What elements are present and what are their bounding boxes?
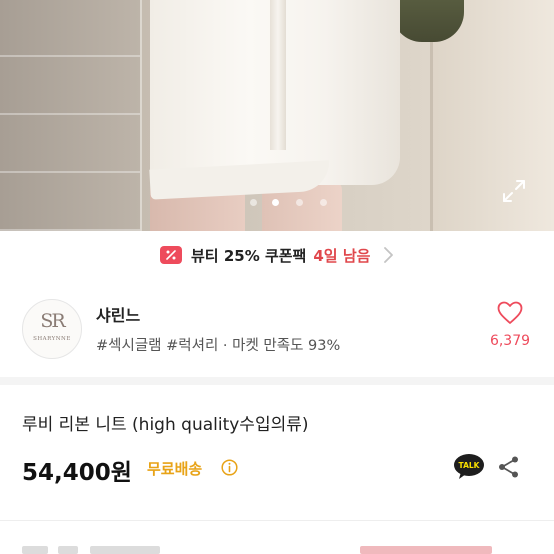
share-icon[interactable] <box>497 455 521 479</box>
info-icon[interactable] <box>221 459 238 476</box>
gallery-dot[interactable] <box>296 199 303 206</box>
gallery-dot[interactable] <box>320 199 327 206</box>
kakao-talk-icon[interactable]: TALK <box>453 453 485 481</box>
like-count: 6,379 <box>489 333 531 349</box>
cutoff-text <box>90 546 160 554</box>
coupon-content: 뷰티 25% 쿠폰팩 4일 남음 <box>160 244 394 266</box>
coupon-label: 뷰티 25% 쿠폰팩 <box>191 246 307 265</box>
heart-icon[interactable] <box>497 301 523 325</box>
coupon-time-left: 4일 남음 <box>313 246 371 265</box>
section-divider <box>0 520 554 521</box>
chevron-right-icon <box>384 247 394 263</box>
shop-logo-name: SHARYNNE <box>33 336 71 342</box>
shop-tags: #섹시글램 #럭셔리 · 마켓 만족도 93% <box>96 338 341 354</box>
product-title: 루비 리본 니트 (high quality수입의류) <box>22 415 309 435</box>
shop-info[interactable]: SR SHARYNNE 샤린느 #섹시글램 #럭셔리 · 마켓 만족도 93% … <box>0 279 554 385</box>
product-price: 54,400원 <box>22 460 132 486</box>
coupon-icon <box>160 246 182 264</box>
gallery-dot[interactable] <box>250 199 257 206</box>
cutoff-text <box>22 546 48 554</box>
background-wall <box>0 0 140 231</box>
coupon-banner[interactable]: 뷰티 25% 쿠폰팩 4일 남음 <box>0 231 554 280</box>
shop-name[interactable]: 샤린느 <box>96 302 140 326</box>
cutoff-text <box>58 546 78 554</box>
shirt-placket <box>270 0 286 150</box>
shipping-badge: 무료배송 <box>147 460 203 478</box>
gallery-pagination <box>0 199 554 207</box>
gallery-dot-active[interactable] <box>272 199 279 206</box>
product-image[interactable] <box>0 0 554 231</box>
next-section-preview <box>0 540 554 554</box>
shop-avatar[interactable]: SR SHARYNNE <box>22 299 82 359</box>
talk-label: TALK <box>459 461 481 470</box>
wall-divider <box>140 0 142 231</box>
expand-icon[interactable] <box>501 178 527 204</box>
cutoff-text <box>360 546 492 554</box>
shop-logo-monogram: SR <box>40 310 65 332</box>
